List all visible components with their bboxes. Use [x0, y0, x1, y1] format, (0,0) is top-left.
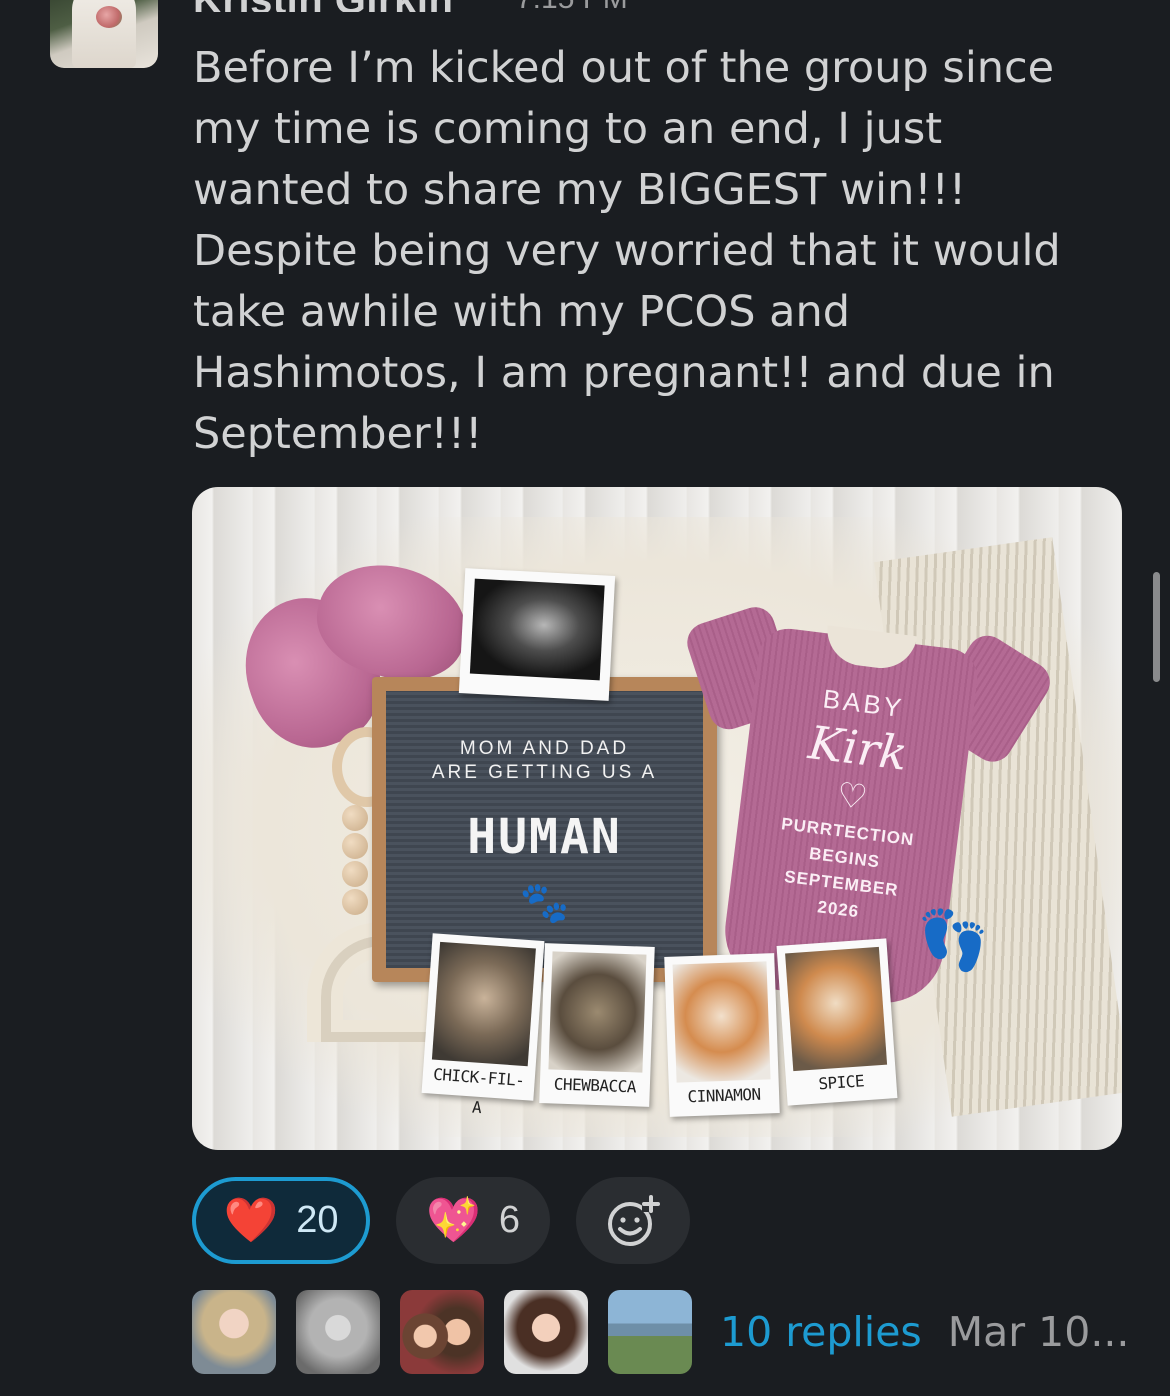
replier-avatar	[192, 1290, 276, 1374]
cat-caption: CHEWBACCA	[553, 1074, 637, 1097]
message-text: Before I’m kicked out of the group since…	[193, 43, 1061, 459]
ultrasound-polaroid	[458, 568, 616, 701]
replier-avatar	[400, 1290, 484, 1374]
reaction-sparkling-heart[interactable]: 💖 6	[396, 1177, 550, 1264]
letterboard-line-1: MOM AND DAD	[459, 738, 630, 759]
letterboard-line-3: HUMAN	[467, 809, 622, 865]
avatar-photo-bouquet	[96, 6, 122, 28]
replier-avatar	[608, 1290, 692, 1374]
wooden-beads	[342, 805, 372, 917]
letterboard-line-2: ARE GETTING US A	[431, 762, 658, 783]
reactions-bar: ❤️ 20 💖 6	[192, 1177, 690, 1264]
replies-link[interactable]: 10 replies	[720, 1308, 922, 1356]
add-reaction-icon	[608, 1193, 660, 1246]
cat-photo	[548, 951, 647, 1073]
message-body: Before I’m kicked out of the group since…	[193, 38, 1123, 465]
sparkling-heart-icon: 💖	[426, 1195, 481, 1245]
baby-feet-icon: 👣	[917, 908, 990, 973]
cat-caption: CHICK-FIL-A	[432, 1064, 525, 1118]
letterboard-felt: MOM AND DAD ARE GETTING US A HUMAN 🐾	[386, 691, 703, 968]
image-attachment[interactable]: MOM AND DAD ARE GETTING US A HUMAN 🐾 BAB…	[192, 487, 1122, 1150]
onesie-text: BABY Kirk ♡ PURRTECTION BEGINS SEPTEMBER…	[728, 675, 975, 933]
reaction-count: 6	[498, 1199, 520, 1241]
ultrasound-photo	[469, 578, 605, 681]
message-timestamp[interactable]: 7:15 PM	[516, 0, 628, 16]
paw-print-icon: 🐾	[519, 881, 570, 925]
cat-polaroid: SPICE	[776, 938, 898, 1106]
sender-avatar[interactable]	[50, 0, 158, 68]
scrollbar[interactable]	[1153, 572, 1160, 682]
red-heart-icon: ❤️	[223, 1195, 279, 1245]
thread-replies[interactable]: 10 replies Mar 10...	[192, 1290, 1129, 1374]
replier-avatar	[296, 1290, 380, 1374]
cat-photo	[672, 961, 771, 1083]
add-reaction-button[interactable]	[576, 1177, 690, 1264]
replier-avatar	[504, 1290, 588, 1374]
cat-caption: CINNAMON	[687, 1084, 761, 1107]
cat-photo	[785, 946, 888, 1072]
reaction-count: 20	[296, 1199, 339, 1241]
last-reply-date: Mar 10...	[947, 1308, 1130, 1356]
cat-polaroid: CHICK-FIL-A	[421, 933, 545, 1117]
cat-polaroid: CINNAMON	[664, 953, 780, 1117]
cat-polaroid: CHEWBACCA	[539, 943, 655, 1107]
cat-photo	[431, 941, 536, 1067]
slack-message: Kristin Girkin 7:15 PM Before I’m kicked…	[0, 0, 1170, 1396]
cat-caption: SPICE	[817, 1071, 865, 1094]
sender-name[interactable]: Kristin Girkin	[193, 0, 453, 12]
reaction-heart[interactable]: ❤️ 20	[192, 1177, 370, 1264]
